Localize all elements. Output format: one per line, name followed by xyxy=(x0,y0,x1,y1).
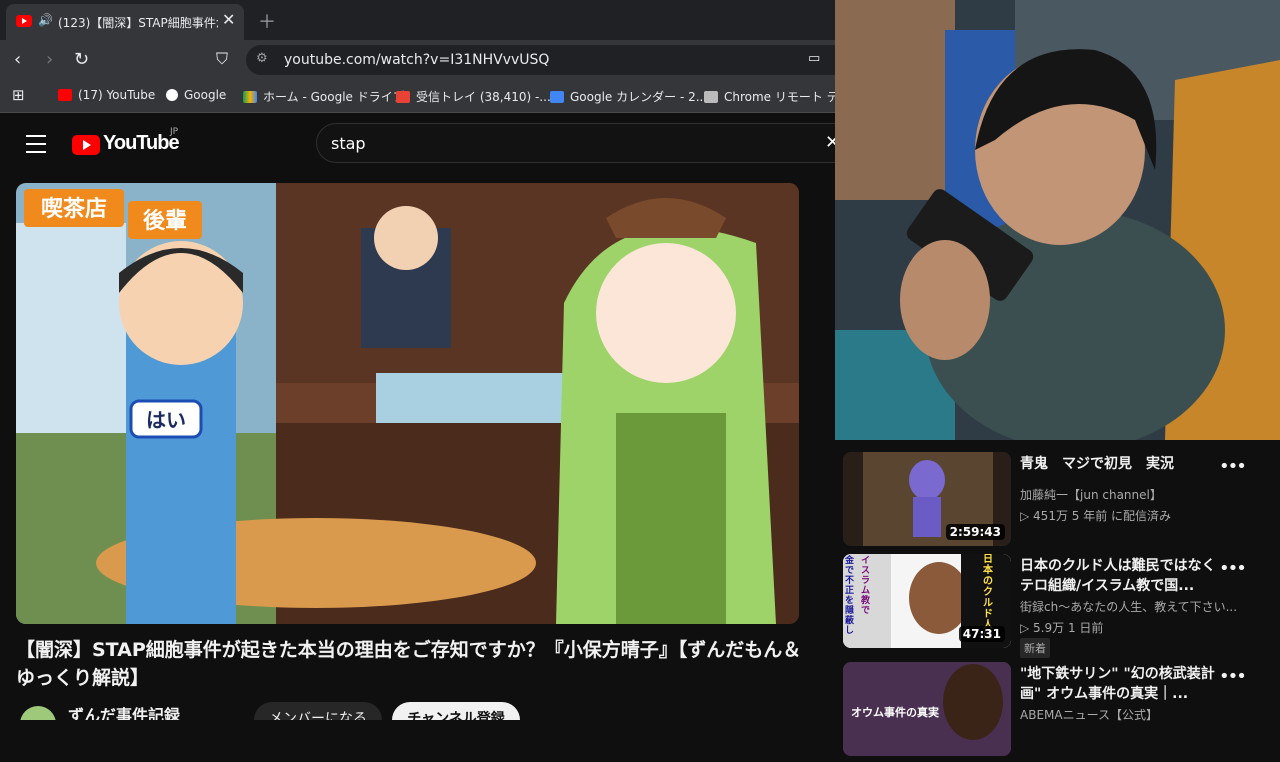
bookmark-star-icon[interactable]: ⛉ xyxy=(216,49,228,69)
bookmark-drive[interactable]: ホーム - Google ドライブ xyxy=(243,88,405,105)
channel-row: ずんだ事件記録 メンバーになる チャンネル登録 xyxy=(16,700,835,720)
calendar-icon xyxy=(550,91,564,103)
video-frame: 喫茶店 後輩 はい xyxy=(16,183,799,624)
forward-icon[interactable]: › xyxy=(46,49,53,70)
speaker-icon[interactable]: 🔊 xyxy=(38,13,53,27)
recommendation-sidebar: 2:59:43 青鬼 マジで初見 実況 加藤純一【jun channel】 ▷ … xyxy=(835,440,1280,756)
thumbnail-caption: イスラム教で xyxy=(861,556,871,616)
bookmark-remote-desktop[interactable]: Chrome リモート デス... xyxy=(704,88,835,105)
youtube-logo-icon[interactable] xyxy=(72,135,100,155)
cast-icon[interactable]: ▭ xyxy=(808,51,820,66)
google-icon xyxy=(166,89,178,101)
search-input[interactable]: stap ✕ xyxy=(316,123,835,163)
channel-avatar[interactable] xyxy=(20,706,56,720)
recommendation-item[interactable]: オウム事件の真実 "地下鉄サリン" "幻の核武装計画" オウム事件の真実｜...… xyxy=(843,662,1280,762)
label-cafe: 喫茶店 xyxy=(41,196,107,222)
tab-strip: 🔊 (123)【闇深】STAP細胞事件が起 ✕ ＋ xyxy=(0,0,835,40)
video-title: 【闇深】STAP細胞事件が起きた本当の理由をご存知ですか？『小保方晴子』【ずんだ… xyxy=(16,639,802,689)
recommendation-thumbnail[interactable]: オウム事件の真実 xyxy=(843,662,1011,756)
video-duration: 47:31 xyxy=(958,626,1005,642)
recommendation-meta: ▷ 5.9万 1 日前 xyxy=(1020,621,1104,635)
recommendation-channel: 街録ch〜あなたの人生、教えて下さい... xyxy=(1020,600,1238,614)
recommendation-thumbnail[interactable]: 金で不正を隠蔽し イスラム教で 日本のクルド人は 47:31 xyxy=(843,554,1011,648)
bookmark-youtube[interactable]: (17) YouTube xyxy=(58,88,155,102)
recommendation-item[interactable]: 金で不正を隠蔽し イスラム教で 日本のクルド人は 47:31 日本のクルド人は難… xyxy=(843,554,1280,658)
hamburger-menu-icon[interactable] xyxy=(26,135,46,153)
reload-icon[interactable]: ↻ xyxy=(74,49,89,70)
label-junior: 後輩 xyxy=(143,208,187,234)
bookmark-gmail[interactable]: 受信トレイ (38,410) -... xyxy=(396,88,551,105)
tab-active[interactable]: 🔊 (123)【闇深】STAP細胞事件が起 ✕ xyxy=(6,4,244,40)
tab-title: (123)【闇深】STAP細胞事件が起 xyxy=(58,16,218,30)
webcam-frame xyxy=(835,0,1280,440)
browser-toolbar: ‹ › ↻ ⛉ ⚙ youtube.com/watch?v=I31NHVvvUS… xyxy=(0,40,835,80)
recommendation-channel: 加藤純一【jun channel】 xyxy=(1020,488,1162,502)
label-yes: はい xyxy=(146,408,186,432)
site-info-icon[interactable]: ⚙ xyxy=(256,51,268,66)
recommendation-channel: ABEMAニュース【公式】 xyxy=(1020,708,1158,722)
new-tab-icon[interactable]: ＋ xyxy=(258,8,276,34)
channel-name[interactable]: ずんだ事件記録 xyxy=(68,702,180,720)
bookmark-google[interactable]: Google xyxy=(166,88,226,102)
remote-desktop-icon xyxy=(704,91,718,103)
recommendation-title: 青鬼 マジで初見 実況 xyxy=(1020,456,1174,472)
back-icon[interactable]: ‹ xyxy=(14,49,21,70)
video-duration: 2:59:43 xyxy=(945,524,1005,540)
new-badge: 新着 xyxy=(1020,638,1050,658)
thumbnail-caption: オウム事件の真実 xyxy=(851,706,939,719)
close-tab-icon[interactable]: ✕ xyxy=(222,10,235,29)
more-options-icon[interactable]: ••• xyxy=(1219,666,1247,687)
youtube-header: YouTube JP stap ✕ xyxy=(0,113,835,173)
address-bar[interactable]: ⚙ youtube.com/watch?v=I31NHVvvUSQ ▭ xyxy=(246,45,835,75)
youtube-logo-text[interactable]: YouTube xyxy=(103,132,180,155)
browser-window: 🔊 (123)【闇深】STAP細胞事件が起 ✕ ＋ ‹ › ↻ ⛉ ⚙ yout… xyxy=(0,0,835,720)
more-options-icon[interactable]: ••• xyxy=(1219,558,1247,579)
clear-search-icon[interactable]: ✕ xyxy=(825,132,835,153)
region-code: JP xyxy=(170,127,179,137)
recommendation-meta: ▷ 451万 5 年前 に配信済み xyxy=(1020,509,1172,523)
recommendation-title: 日本のクルド人は難民ではなくテロ組織/イスラム教で国... xyxy=(1020,558,1216,594)
thumbnail-caption: 金で不正を隠蔽し xyxy=(845,556,855,636)
join-button[interactable]: メンバーになる xyxy=(254,702,382,720)
bookmark-calendar[interactable]: Google カレンダー - 2... xyxy=(550,88,707,105)
youtube-favicon-icon xyxy=(16,15,32,27)
more-options-icon[interactable]: ••• xyxy=(1219,456,1247,477)
drive-icon xyxy=(243,91,257,103)
apps-grid-icon[interactable]: ⊞ xyxy=(12,86,25,104)
video-player[interactable]: 喫茶店 後輩 はい xyxy=(16,183,799,624)
recommendation-title: "地下鉄サリン" "幻の核武装計画" オウム事件の真実｜... xyxy=(1020,666,1215,702)
search-query: stap xyxy=(331,134,366,153)
recommendation-item[interactable]: 2:59:43 青鬼 マジで初見 実況 加藤純一【jun channel】 ▷ … xyxy=(843,452,1280,552)
youtube-icon xyxy=(58,89,72,101)
url-text: youtube.com/watch?v=I31NHVvvUSQ xyxy=(284,52,550,68)
subscribe-button[interactable]: チャンネル登録 xyxy=(392,702,520,720)
webcam-overlay xyxy=(835,0,1280,440)
gmail-icon xyxy=(396,91,410,103)
recommendation-thumbnail[interactable]: 2:59:43 xyxy=(843,452,1011,546)
bookmarks-bar: ⊞ (17) YouTube Google ホーム - Google ドライブ … xyxy=(0,80,835,113)
